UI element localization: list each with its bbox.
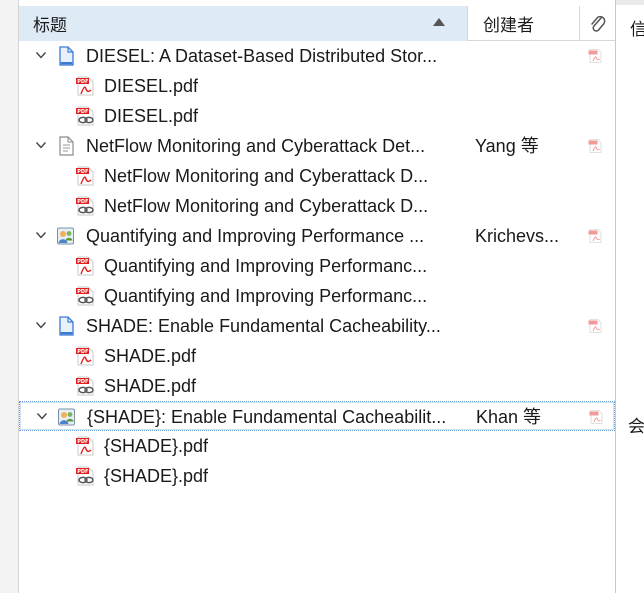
svg-text:PDF: PDF — [77, 199, 88, 205]
column-title[interactable]: 标题 — [19, 6, 468, 41]
item-creator: Khan 等 — [476, 407, 542, 427]
item-creator: Krichevs... — [475, 226, 560, 246]
svg-text:PDF: PDF — [77, 289, 88, 295]
column-creator-label: 创建者 — [483, 16, 534, 35]
document-icon — [56, 46, 76, 66]
svg-text:PDF: PDF — [77, 79, 88, 85]
column-creator[interactable]: 创建者 — [468, 6, 580, 41]
item-title: {SHADE}: Enable Fundamental Cacheabilit.… — [87, 407, 447, 427]
attachment-pdf-icon[interactable] — [587, 319, 603, 333]
attachment-row[interactable]: PDF {SHADE}.pdf — [19, 431, 615, 461]
pdf-link-icon: PDF — [75, 286, 95, 306]
item-row[interactable]: DIESEL: A Dataset-Based Distributed Stor… — [19, 41, 615, 71]
attachment-title: Quantifying and Improving Performanc... — [104, 286, 428, 306]
svg-text:PDF: PDF — [77, 259, 88, 265]
attachment-pdf-icon[interactable] — [587, 229, 603, 243]
attachment-row[interactable]: PDF DIESEL.pdf — [19, 101, 615, 131]
attachment-row[interactable]: PDF {SHADE}.pdf — [19, 461, 615, 491]
chevron-down-icon[interactable] — [35, 318, 47, 330]
pdf-link-icon: PDF — [75, 376, 95, 396]
attachment-title: SHADE.pdf — [104, 376, 197, 396]
attachment-pdf-icon[interactable] — [587, 49, 603, 63]
pdf-icon: PDF — [75, 256, 95, 276]
attachment-row[interactable]: PDF SHADE.pdf — [19, 371, 615, 401]
item-title: DIESEL: A Dataset-Based Distributed Stor… — [86, 46, 438, 66]
svg-text:PDF: PDF — [77, 349, 88, 355]
item-creator: Yang 等 — [475, 136, 539, 156]
document-icon — [56, 316, 76, 336]
pdf-icon: PDF — [75, 76, 95, 96]
pdf-icon: PDF — [75, 346, 95, 366]
left-pane-edge — [0, 0, 19, 593]
svg-text:PDF: PDF — [77, 169, 88, 175]
conference-paper-icon — [57, 407, 77, 427]
attachment-pdf-icon[interactable] — [587, 139, 603, 153]
attachment-row[interactable]: PDF NetFlow Monitoring and Cyberattack D.… — [19, 191, 615, 221]
column-header: 标题 创建者 — [19, 6, 615, 41]
item-title: SHADE: Enable Fundamental Cacheability..… — [86, 316, 441, 336]
svg-text:PDF: PDF — [77, 379, 88, 385]
chevron-down-icon[interactable] — [35, 138, 47, 150]
item-row[interactable]: SHADE: Enable Fundamental Cacheability..… — [19, 311, 615, 341]
pdf-link-icon: PDF — [75, 106, 95, 126]
info-pane-field: 会 — [628, 417, 644, 436]
attachment-title: NetFlow Monitoring and Cyberattack D... — [104, 166, 429, 186]
sort-ascending-icon — [433, 18, 445, 26]
attachment-title: SHADE.pdf — [104, 346, 197, 366]
attachment-row[interactable]: PDF NetFlow Monitoring and Cyberattack D.… — [19, 161, 615, 191]
attachment-row[interactable]: PDF Quantifying and Improving Performanc.… — [19, 251, 615, 281]
pdf-link-icon: PDF — [75, 196, 95, 216]
column-title-label: 标题 — [33, 16, 67, 35]
attachment-title: NetFlow Monitoring and Cyberattack D... — [104, 196, 429, 216]
info-pane-toolbar — [616, 0, 644, 5]
item-info-pane: 信 会 — [615, 0, 644, 593]
svg-text:PDF: PDF — [77, 109, 88, 115]
info-pane-label: 信 — [630, 20, 644, 39]
chevron-down-icon[interactable] — [35, 48, 47, 60]
attachment-title: {SHADE}.pdf — [104, 466, 209, 486]
paperclip-icon — [590, 15, 605, 32]
chevron-down-icon[interactable] — [35, 228, 47, 240]
svg-text:PDF: PDF — [77, 469, 88, 475]
chevron-down-icon[interactable] — [36, 409, 48, 421]
text-document-icon — [56, 136, 76, 156]
pdf-link-icon: PDF — [75, 466, 95, 486]
item-title: NetFlow Monitoring and Cyberattack Det..… — [86, 136, 426, 156]
item-row[interactable]: Quantifying and Improving Performance ..… — [19, 221, 615, 251]
attachment-row[interactable]: PDF Quantifying and Improving Performanc.… — [19, 281, 615, 311]
attachment-title: DIESEL.pdf — [104, 106, 199, 126]
attachment-pdf-icon[interactable] — [588, 410, 604, 424]
attachment-row[interactable]: PDF DIESEL.pdf — [19, 71, 615, 101]
pdf-icon: PDF — [75, 166, 95, 186]
attachment-title: Quantifying and Improving Performanc... — [104, 256, 428, 276]
attachment-title: {SHADE}.pdf — [104, 436, 209, 456]
attachment-title: DIESEL.pdf — [104, 76, 199, 96]
item-row[interactable]: NetFlow Monitoring and Cyberattack Det..… — [19, 131, 615, 161]
column-attachments[interactable] — [580, 6, 615, 41]
item-row[interactable]: {SHADE}: Enable Fundamental Cacheabilit.… — [19, 401, 615, 431]
item-title: Quantifying and Improving Performance ..… — [86, 226, 425, 246]
svg-text:PDF: PDF — [77, 439, 88, 445]
pdf-icon: PDF — [75, 436, 95, 456]
attachment-row[interactable]: PDF SHADE.pdf — [19, 341, 615, 371]
conference-paper-icon — [56, 226, 76, 246]
